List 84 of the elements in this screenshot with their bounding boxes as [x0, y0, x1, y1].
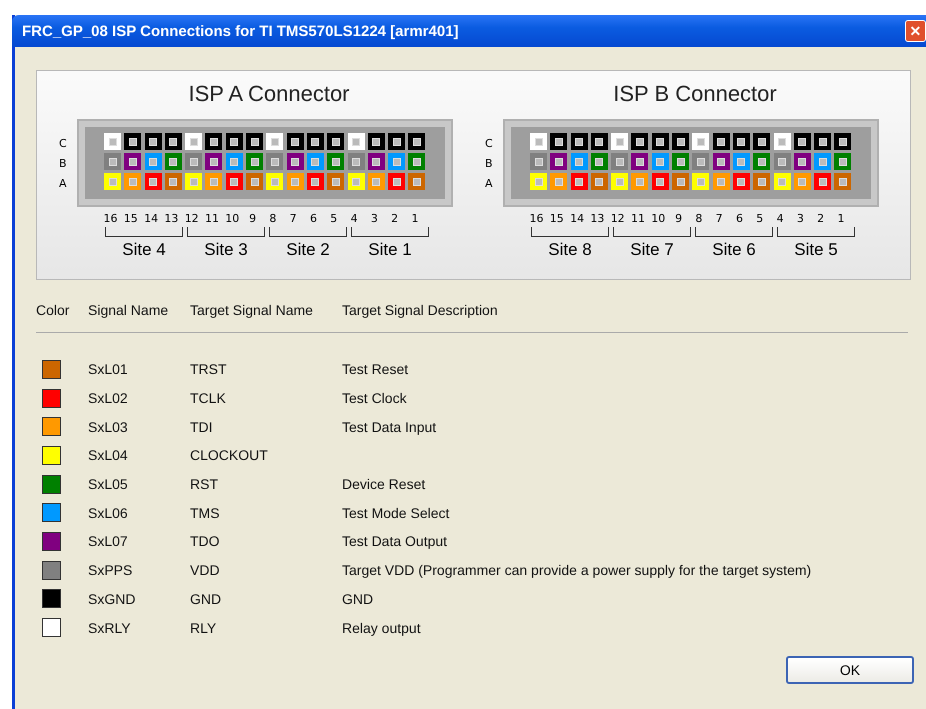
column-header: Color: [36, 302, 70, 318]
signal-description: Test Data Output: [342, 533, 448, 550]
pin-number: 7: [714, 212, 724, 225]
pin-number: 16: [102, 212, 118, 225]
target-signal-name: TCLK: [190, 390, 227, 406]
signal-name: SxL07: [88, 533, 129, 550]
pin-number: 11: [204, 212, 220, 225]
row-label: C: [485, 136, 494, 152]
pin-number: 3: [370, 212, 379, 225]
signal-name: SxL06: [88, 504, 129, 521]
signal-description: Test Reset: [342, 361, 408, 378]
pin-number: 5: [329, 212, 338, 225]
pin-number: 2: [390, 212, 400, 225]
site-label: Site 6: [712, 240, 756, 260]
pin-number: 6: [734, 212, 744, 225]
pin-number: 1: [836, 212, 846, 225]
pin-number: 12: [610, 212, 626, 225]
target-signal-name: RLY: [190, 620, 218, 636]
pin-number: 2: [816, 212, 826, 225]
site-label: Site 4: [122, 240, 166, 260]
pin-number: 11: [630, 212, 646, 225]
column-header: Signal Name: [88, 302, 170, 318]
signal-name: SxGND: [88, 590, 136, 607]
site-label: Site 5: [794, 240, 838, 260]
pin-number: 9: [674, 212, 684, 225]
signal-name: SxRLY: [88, 620, 132, 636]
site-label: Site 8: [548, 240, 592, 260]
pin-number: 4: [350, 212, 359, 225]
ok-button[interactable]: OK: [786, 656, 914, 684]
target-signal-name: TDO: [190, 533, 221, 550]
signal-description: Test Mode Select: [342, 504, 450, 521]
pin-number: 8: [268, 212, 278, 225]
pin-number: 7: [288, 212, 298, 225]
signal-name: SxL01: [88, 361, 129, 378]
pin-number: 5: [755, 212, 764, 225]
target-signal-name: RST: [190, 476, 219, 492]
target-signal-name: TMS: [190, 504, 221, 521]
target-signal-name: CLOCKOUT: [190, 447, 269, 464]
pin-number: 9: [248, 212, 258, 225]
column-header: Target Signal Description: [342, 302, 498, 318]
close-button[interactable]: ✕: [905, 20, 926, 42]
signal-name: SxPPS: [88, 562, 134, 578]
connector-title: ISP A Connector: [187, 81, 351, 108]
site-label: Site 7: [630, 240, 674, 260]
site-label: Site 2: [286, 240, 330, 260]
pin-number: 10: [650, 212, 666, 225]
site-label: Site 3: [204, 240, 248, 260]
signal-description: Target VDD (Programmer can provide a power supply for the target system): [342, 562, 812, 578]
signal-description: GND: [342, 590, 374, 607]
target-signal-name: TRST: [190, 361, 228, 378]
connector-title: ISP B Connector: [612, 81, 778, 108]
pin-number: 14: [143, 212, 160, 225]
pin-number: 15: [548, 212, 565, 225]
site-label: Site 1: [368, 240, 412, 260]
pin-number: 16: [528, 212, 544, 225]
signal-name: SxL02: [88, 390, 129, 406]
pin-number: 14: [569, 212, 586, 225]
row-label: A: [59, 176, 68, 192]
signal-name: SxL05: [88, 476, 129, 492]
pin-number: 10: [224, 212, 240, 225]
pin-number: 8: [694, 212, 704, 225]
signal-description: Test Clock: [342, 390, 407, 406]
signal-description: Test Data Input: [342, 418, 436, 435]
pin-number: 12: [184, 212, 200, 225]
target-signal-name: GND: [190, 590, 222, 607]
pin-number: 4: [776, 212, 785, 225]
row-label: B: [59, 156, 68, 172]
row-label: C: [59, 136, 68, 152]
column-header: Target Signal Name: [190, 302, 314, 318]
signal-description: Device Reset: [342, 476, 426, 492]
signal-name: SxL03: [88, 418, 129, 435]
target-signal-name: VDD: [190, 562, 221, 578]
target-signal-name: TDI: [190, 418, 214, 435]
pin-number: 6: [308, 212, 318, 225]
pin-number: 3: [796, 212, 805, 225]
window-title: FRC_GP_08 ISP Connections for TI TMS570LS1224 [armr401]: [21, 22, 460, 40]
pin-number: 13: [589, 212, 606, 225]
signal-name: SxL04: [88, 447, 129, 464]
pin-number: 1: [410, 212, 420, 225]
row-label: B: [485, 156, 494, 172]
pin-number: 15: [122, 212, 139, 225]
row-label: A: [485, 176, 494, 192]
signal-description: Relay output: [342, 620, 421, 636]
pin-number: 13: [163, 212, 180, 225]
